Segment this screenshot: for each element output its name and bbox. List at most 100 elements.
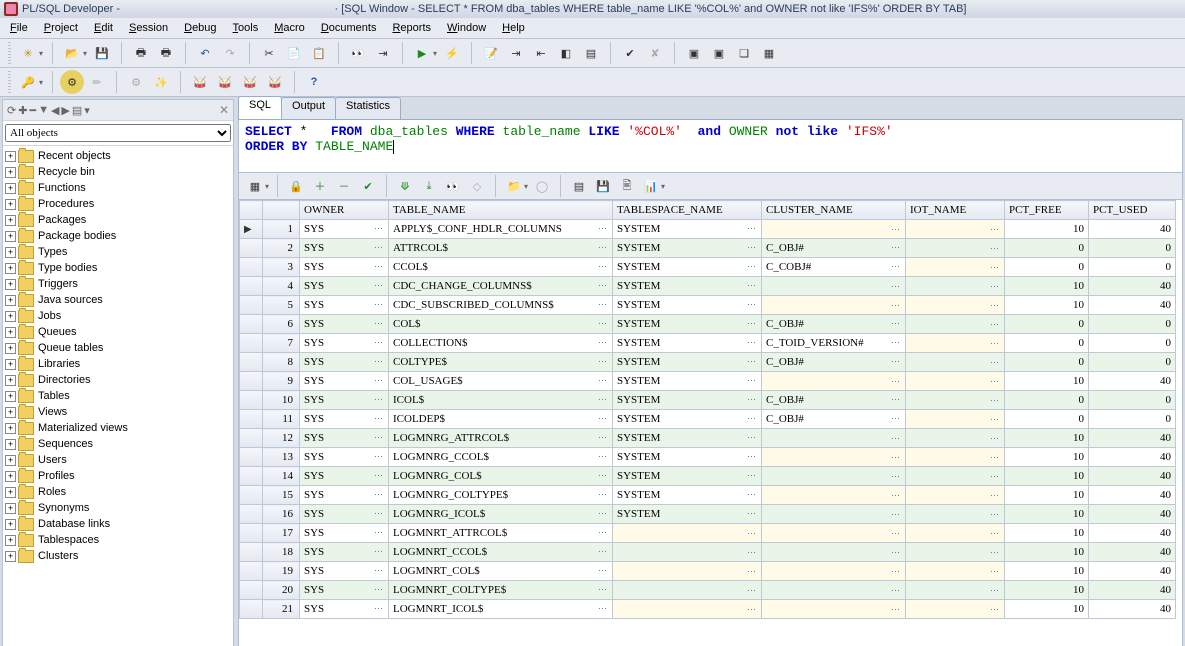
table-row[interactable]: 3SYS⋯CCOL$⋯SYSTEM⋯C_COBJ#⋯⋯00 (240, 258, 1176, 277)
cell-owner[interactable]: SYS⋯ (300, 353, 389, 372)
menu-debug[interactable]: Debug (176, 20, 224, 36)
cell-cluster[interactable]: ⋯ (762, 296, 906, 315)
lock-icon[interactable]: 🔒 (284, 174, 308, 198)
menu-icon[interactable]: ▤ (72, 104, 82, 117)
cell-table-name[interactable]: LOGMNRT_COL$⋯ (389, 562, 613, 581)
expand-icon[interactable]: + (5, 391, 16, 402)
cell-pct-used[interactable]: 0 (1089, 391, 1176, 410)
expand-icon[interactable]: + (5, 551, 16, 562)
table-row[interactable]: 9SYS⋯COL_USAGE$⋯SYSTEM⋯⋯⋯1040 (240, 372, 1176, 391)
tree-item[interactable]: +Queues (3, 324, 233, 340)
cell-iot[interactable]: ⋯ (906, 239, 1005, 258)
tree-item[interactable]: +Roles (3, 484, 233, 500)
cell-pct-used[interactable]: 0 (1089, 410, 1176, 429)
menu-session[interactable]: Session (121, 20, 176, 36)
tree-item[interactable]: +Users (3, 452, 233, 468)
table-row[interactable]: 21SYS⋯LOGMNRT_ICOL$⋯⋯⋯⋯1040 (240, 600, 1176, 619)
cell-table-name[interactable]: LOGMNRG_ATTRCOL$⋯ (389, 429, 613, 448)
cell-owner[interactable]: SYS⋯ (300, 258, 389, 277)
table-row[interactable]: 8SYS⋯COLTYPE$⋯SYSTEM⋯C_OBJ#⋯⋯00 (240, 353, 1176, 372)
col-header[interactable]: PCT_FREE (1005, 201, 1089, 220)
cell-iot[interactable]: ⋯ (906, 505, 1005, 524)
tree-item[interactable]: +Database links (3, 516, 233, 532)
cell-pct-used[interactable]: 40 (1089, 277, 1176, 296)
cell-tablespace[interactable]: SYSTEM⋯ (613, 315, 762, 334)
cell-pct-free[interactable]: 0 (1005, 391, 1089, 410)
cell-owner[interactable]: SYS⋯ (300, 410, 389, 429)
tree-item[interactable]: +Sequences (3, 436, 233, 452)
cell-owner[interactable]: SYS⋯ (300, 524, 389, 543)
cell-pct-used[interactable]: 40 (1089, 467, 1176, 486)
cell-tablespace[interactable]: SYSTEM⋯ (613, 220, 762, 239)
history-icon[interactable]: ◯ (530, 174, 554, 198)
cell-owner[interactable]: SYS⋯ (300, 239, 389, 258)
find-button[interactable]: 👀 (346, 41, 370, 65)
table-row[interactable]: 15SYS⋯LOGMNRG_COLTYPE$⋯SYSTEM⋯⋯⋯1040 (240, 486, 1176, 505)
menu-window[interactable]: Window (439, 20, 494, 36)
cell-cluster[interactable]: C_COBJ#⋯ (762, 258, 906, 277)
cell-table-name[interactable]: LOGMNRG_ICOL$⋯ (389, 505, 613, 524)
menu-help[interactable]: Help (494, 20, 533, 36)
cell-pct-free[interactable]: 0 (1005, 410, 1089, 429)
col-header[interactable]: IOT_NAME (906, 201, 1005, 220)
cell-owner[interactable]: SYS⋯ (300, 391, 389, 410)
save-grid-icon[interactable]: 💾 (591, 174, 615, 198)
tree-item[interactable]: +Queue tables (3, 340, 233, 356)
indent-button[interactable]: ⇥ (504, 41, 528, 65)
cell-table-name[interactable]: LOGMNRT_CCOL$⋯ (389, 543, 613, 562)
cell-table-name[interactable]: COLTYPE$⋯ (389, 353, 613, 372)
find-next-button[interactable]: ⇥ (371, 41, 395, 65)
cell-iot[interactable]: ⋯ (906, 429, 1005, 448)
cell-tablespace[interactable]: ⋯ (613, 524, 762, 543)
save-button[interactable]: 💾 (90, 41, 114, 65)
cell-tablespace[interactable]: SYSTEM⋯ (613, 296, 762, 315)
menu-project[interactable]: Project (36, 20, 86, 36)
sql-editor[interactable]: SELECT * FROM dba_tables WHERE table_nam… (238, 120, 1183, 173)
cell-iot[interactable]: ⋯ (906, 448, 1005, 467)
cell-tablespace[interactable]: SYSTEM⋯ (613, 505, 762, 524)
dbms-output-button[interactable]: 🥁 (238, 70, 262, 94)
cell-table-name[interactable]: CDC_SUBSCRIBED_COLUMNS$⋯ (389, 296, 613, 315)
tree-item[interactable]: +Jobs (3, 308, 233, 324)
cell-pct-free[interactable]: 10 (1005, 486, 1089, 505)
expand-icon[interactable]: + (5, 519, 16, 530)
new-button[interactable]: ✳ (16, 41, 40, 65)
tree-item[interactable]: +Functions (3, 180, 233, 196)
expand-icon[interactable]: + (5, 439, 16, 450)
expand-icon[interactable]: + (5, 407, 16, 418)
col-header[interactable]: TABLE_NAME (389, 201, 613, 220)
cell-cluster[interactable]: ⋯ (762, 372, 906, 391)
cell-table-name[interactable]: APPLY$_CONF_HDLR_COLUMNS⋯ (389, 220, 613, 239)
cell-iot[interactable]: ⋯ (906, 410, 1005, 429)
cell-iot[interactable]: ⋯ (906, 391, 1005, 410)
cell-tablespace[interactable]: SYSTEM⋯ (613, 467, 762, 486)
expand-icon[interactable]: + (5, 455, 16, 466)
expand-icon[interactable]: + (5, 295, 16, 306)
cell-pct-used[interactable]: 0 (1089, 334, 1176, 353)
tree-item[interactable]: +Materialized views (3, 420, 233, 436)
tab-sql[interactable]: SQL (238, 96, 282, 119)
undo-button[interactable]: ↶ (193, 41, 217, 65)
cell-cluster[interactable]: C_OBJ#⋯ (762, 391, 906, 410)
cell-iot[interactable]: ⋯ (906, 524, 1005, 543)
delete-row-icon[interactable]: － (332, 174, 356, 198)
open-button[interactable]: 📂 (60, 41, 84, 65)
cell-table-name[interactable]: LOGMNRG_COLTYPE$⋯ (389, 486, 613, 505)
cell-iot[interactable]: ⋯ (906, 467, 1005, 486)
compile-button[interactable]: ⚙ (124, 70, 148, 94)
menu-macro[interactable]: Macro (266, 20, 313, 36)
cell-cluster[interactable]: ⋯ (762, 562, 906, 581)
cell-cluster[interactable]: ⋯ (762, 581, 906, 600)
cell-iot[interactable]: ⋯ (906, 600, 1005, 619)
cell-iot[interactable]: ⋯ (906, 258, 1005, 277)
cell-pct-free[interactable]: 10 (1005, 448, 1089, 467)
cell-iot[interactable]: ⋯ (906, 372, 1005, 391)
menu-edit[interactable]: Edit (86, 20, 121, 36)
cell-cluster[interactable]: ⋯ (762, 220, 906, 239)
expand-icon[interactable]: + (5, 487, 16, 498)
expand-icon[interactable]: + (5, 503, 16, 514)
cell-pct-free[interactable]: 10 (1005, 220, 1089, 239)
expand-icon[interactable]: ✚ (18, 104, 27, 117)
post-icon[interactable]: ✔ (356, 174, 380, 198)
cell-table-name[interactable]: ICOL$⋯ (389, 391, 613, 410)
